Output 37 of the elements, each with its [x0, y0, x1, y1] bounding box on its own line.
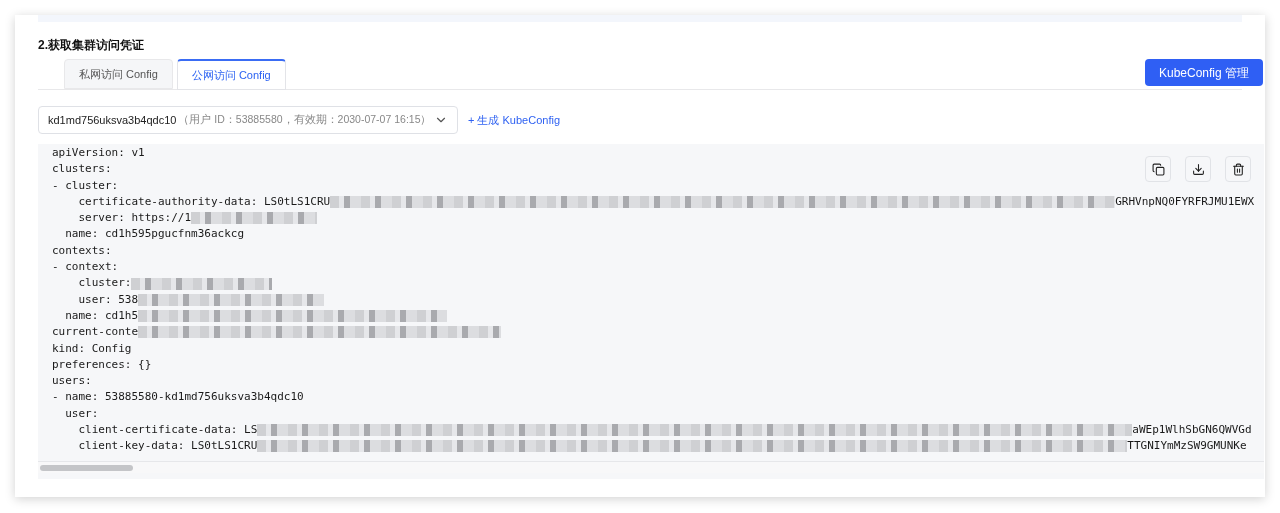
code-text: - cluster:	[52, 177, 119, 194]
code-text: server: https://1	[77, 210, 192, 227]
code-text: kind: Config	[52, 340, 132, 357]
download-button[interactable]	[1185, 156, 1211, 182]
code-text: client-certificate-data: LS	[77, 422, 258, 439]
code-text: users:	[52, 373, 92, 390]
code-text: - context:	[52, 259, 119, 276]
code-text: certificate-authority-data: LS0tLS1CRU	[77, 193, 331, 210]
code-text: preferences: {}	[52, 356, 152, 373]
copy-icon	[1151, 162, 1165, 176]
select-value: kd1md756uksva3b4qdc10	[48, 112, 177, 128]
tab[interactable]: 私网访问 Config	[64, 59, 173, 89]
delete-button[interactable]	[1225, 156, 1251, 182]
code-text: apiVersion: v1	[52, 145, 145, 161]
code-text: GRHVnpNQ0FYRFRJMU1EWX	[1115, 193, 1255, 210]
code-text: - name: 53885580-kd1md756uksva3b4qdc10	[52, 389, 304, 406]
tab[interactable]: 公网访问 Config	[176, 59, 286, 90]
scrollbar-thumb[interactable]	[40, 464, 133, 471]
code-text: cluster:	[77, 275, 132, 292]
generate-link[interactable]: + 生成 KubeConfig	[468, 111, 561, 129]
select-detail: （用户 ID：53885580，有效期：2030-07-07 16:15）	[178, 112, 432, 128]
code-text: name: cd1h595pgucfnm36ackcg	[64, 226, 245, 243]
code-text: aWEp1WlhSbGN6QWVGd	[1132, 422, 1252, 439]
code-text: clusters:	[52, 161, 112, 178]
code-text: client-key-data: LS0tLS1CRU	[77, 438, 258, 455]
code-text: user:	[64, 405, 99, 422]
code-text: TTGNIYmMzSW9GMUNKe	[1127, 438, 1247, 455]
manage-button[interactable]: KubeConfig 管理	[1144, 59, 1263, 86]
section-title: 2.获取集群访问凭证	[38, 37, 145, 53]
copy-button[interactable]	[1145, 156, 1171, 182]
trash-icon	[1231, 162, 1245, 176]
code-text: user: 538	[77, 291, 139, 308]
config-select[interactable]: kd1md756uksva3b4qdc10 （用户 ID：53885580，有效期：2030-07-07 16:15）	[38, 106, 458, 134]
download-icon	[1191, 162, 1205, 176]
code-text: contexts:	[52, 242, 112, 259]
code-text: current-conte	[52, 324, 139, 341]
code-text: name: cd1h5	[64, 307, 139, 324]
